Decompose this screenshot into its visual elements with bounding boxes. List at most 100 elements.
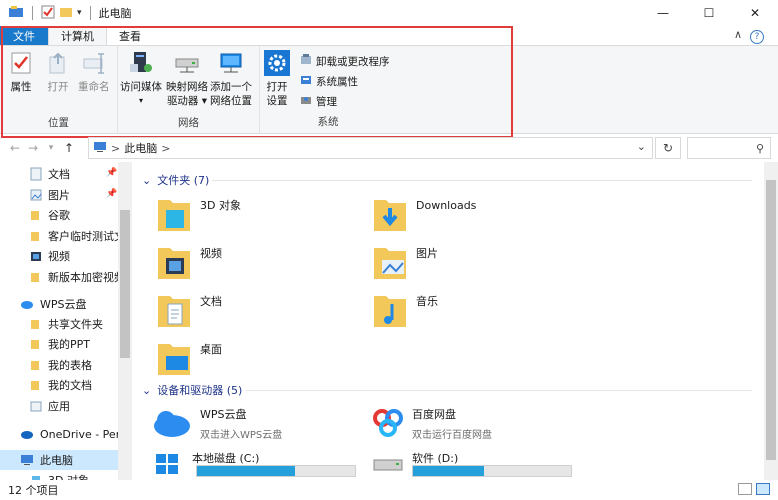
properties-icon [8, 50, 34, 76]
sidebar-item-3d-objects[interactable]: 3D 对象 [30, 470, 89, 480]
tab-file[interactable]: 文件 [0, 26, 48, 45]
device-baidu-netdisk[interactable]: 百度网盘 双击运行百度网盘 [372, 406, 492, 441]
ribbon: 属性 打开 重命名 位置 访问媒体 ▾ 映射网络 驱动器 ▾ 添加一个 网络位置… [0, 46, 778, 134]
device-description: 双击进入WPS云盘 [200, 430, 283, 441]
folder-pictures[interactable]: 图片 [372, 242, 438, 282]
refresh-button[interactable]: ↻ [655, 137, 681, 159]
sidebar-item-pictures[interactable]: 图片 [30, 185, 70, 205]
tab-computer[interactable]: 计算机 [48, 26, 107, 45]
manage-icon [300, 94, 312, 109]
wps-cloud-icon [154, 411, 190, 437]
sidebar-label: 谷歌 [48, 209, 70, 222]
add-location-label-2: 网络位置 [210, 95, 252, 107]
map-drive-label-2: 驱动器 ▾ [166, 95, 208, 107]
sidebar-item-this-pc[interactable]: 此电脑 [20, 450, 73, 470]
address-bar[interactable]: > 此电脑 > ⌄ [88, 137, 653, 159]
system-properties-icon [300, 74, 312, 89]
sidebar-label: 共享文件夹 [48, 318, 103, 331]
sidebar-item-my-ppt[interactable]: 我的PPT [30, 334, 90, 354]
open-label: 打开 [47, 81, 69, 93]
devices-section-header[interactable]: ⌄ 设备和驱动器 (5) [142, 382, 242, 398]
details-view-icon[interactable] [738, 483, 752, 495]
sidebar-item-my-sheets[interactable]: 我的表格 [30, 355, 92, 375]
sidebar-label: 图片 [48, 189, 70, 202]
media-server-icon [128, 50, 154, 76]
network-drive-icon [174, 50, 200, 76]
baidu-netdisk-icon [373, 409, 403, 437]
back-arrow-icon[interactable]: ← [6, 141, 24, 155]
cloud-icon [21, 301, 33, 309]
sidebar-item-my-documents[interactable]: 我的文档 [30, 375, 92, 395]
folder-documents[interactable]: 文档 [156, 290, 222, 330]
sidebar-item-shared-folder[interactable]: 共享文件夹 [30, 314, 103, 334]
folder-label: 文档 [200, 295, 222, 308]
maximize-button[interactable]: ☐ [686, 0, 732, 26]
quick-access-dropdown-icon[interactable]: ▾ [77, 8, 82, 18]
folder-desktop[interactable]: 桌面 [156, 338, 222, 378]
picture-folder-icon [374, 248, 406, 279]
sidebar-item-documents[interactable]: 文档 [30, 164, 70, 184]
breadcrumb-this-pc[interactable]: 此电脑 [124, 140, 157, 156]
manage-label: 管理 [316, 96, 337, 108]
collapse-chevron-icon: ⌄ [142, 173, 152, 187]
uninstall-program-button[interactable]: 卸载或更改程序 [300, 54, 390, 69]
apps-icon [30, 401, 42, 412]
tiles-view-icon[interactable] [756, 483, 770, 495]
breadcrumb-separator[interactable]: > [161, 142, 170, 155]
system-properties-button[interactable]: 系统属性 [300, 74, 358, 89]
sidebar-label: 3D 对象 [48, 472, 89, 480]
sidebar-item-test-files[interactable]: 客户临时测试文件 [30, 226, 132, 246]
quick-newfolder-icon[interactable] [59, 5, 73, 22]
download-folder-icon [374, 200, 406, 231]
rename-icon [81, 50, 107, 76]
folder-icon [31, 361, 39, 370]
map-drive-button[interactable]: 映射网络 驱动器 ▾ [166, 50, 208, 108]
document-icon [30, 167, 42, 181]
device-name: 百度网盘 [412, 408, 456, 421]
drive-c-usage-bar [196, 465, 356, 477]
sidebar-item-onedrive[interactable]: OneDrive - Perso [20, 424, 132, 444]
minimize-button[interactable]: — [640, 0, 686, 26]
properties-button[interactable]: 属性 [8, 50, 34, 94]
tab-view[interactable]: 查看 [107, 26, 153, 45]
up-arrow-icon[interactable]: ↑ [60, 141, 78, 155]
folder-3d-objects[interactable]: 3D 对象 [156, 194, 241, 234]
open-settings-button[interactable]: 打开 设置 [264, 50, 290, 108]
sidebar-item-apps[interactable]: 应用 [30, 396, 70, 416]
folders-section-header[interactable]: ⌄ 文件夹 (7) [142, 172, 209, 188]
sidebar-scroll-thumb[interactable] [120, 210, 130, 358]
folder-label: 视频 [200, 247, 222, 260]
sidebar-item-wps-cloud[interactable]: WPS云盘 [20, 294, 87, 314]
content-scroll-thumb[interactable] [766, 180, 776, 460]
add-network-location-button[interactable]: 添加一个 网络位置 [210, 50, 252, 108]
close-button[interactable]: ✕ [732, 0, 778, 26]
open-settings-label: 打开 [266, 81, 288, 93]
picture-icon [30, 189, 42, 201]
explorer-app-icon[interactable] [8, 5, 24, 22]
folder-icon [31, 211, 39, 220]
video-icon [31, 252, 41, 261]
recent-dropdown-icon[interactable]: ▾ [42, 143, 60, 153]
sidebar-label: 我的表格 [48, 359, 92, 372]
collapse-chevron-icon: ⌄ [142, 383, 152, 397]
help-icon[interactable]: ? [750, 30, 764, 44]
system-properties-label: 系统属性 [316, 76, 358, 88]
access-media-button[interactable]: 访问媒体 ▾ [120, 50, 162, 108]
forward-arrow-icon[interactable]: → [24, 141, 42, 155]
sidebar-item-videos[interactable]: 视频 [30, 246, 70, 266]
ribbon-tabs: 文件 计算机 查看 [0, 26, 778, 46]
device-wps-cloud[interactable]: WPS云盘 双击进入WPS云盘 [152, 406, 282, 441]
status-bar: 12 个项目 [0, 480, 778, 500]
quick-properties-icon[interactable] [41, 5, 55, 22]
open-button[interactable]: 打开 [45, 50, 71, 94]
search-input[interactable]: ⚲ [687, 137, 771, 159]
address-dropdown-icon[interactable]: ⌄ [637, 140, 646, 153]
sidebar-item-google[interactable]: 谷歌 [30, 205, 70, 225]
folder-downloads[interactable]: Downloads [372, 194, 476, 234]
ribbon-collapse-icon[interactable]: ∧ [734, 28, 742, 41]
sidebar-item-encrypted-videos[interactable]: 新版本加密视频 [30, 267, 125, 287]
manage-button[interactable]: 管理 [300, 94, 337, 109]
folder-videos[interactable]: 视频 [156, 242, 222, 282]
folder-music[interactable]: 音乐 [372, 290, 438, 330]
rename-button[interactable]: 重命名 [78, 50, 110, 94]
